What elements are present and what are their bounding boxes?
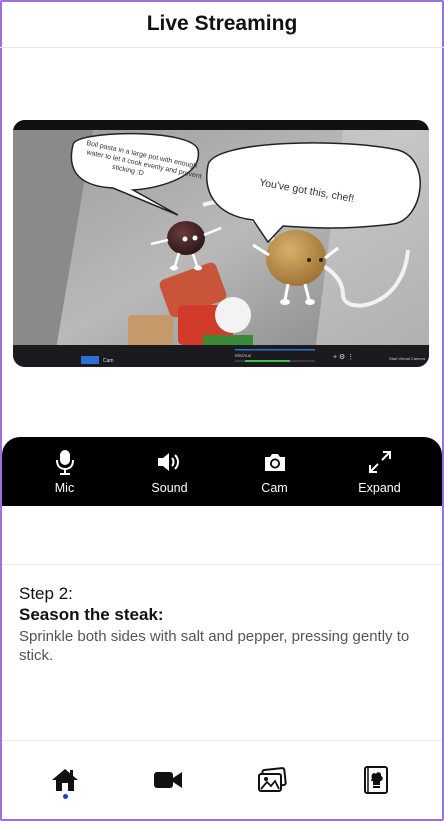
svg-text:+ ⚙ ⋮: + ⚙ ⋮ <box>333 353 354 361</box>
sound-label: Sound <box>151 480 188 495</box>
mic-button[interactable]: Mic <box>20 449 110 495</box>
expand-label: Expand <box>358 480 401 495</box>
nav-divider <box>2 740 442 741</box>
microphone-icon <box>55 449 75 475</box>
video-frame-illustration: Boil pasta in a large pot with enough wa… <box>13 120 429 367</box>
camera-icon <box>263 449 287 475</box>
recipe-step: Step 2: Season the steak: Sprinkle both … <box>19 584 419 665</box>
video-toolbar-right: Start Virtual Camera <box>389 356 426 361</box>
nav-cookbook[interactable] <box>356 760 396 800</box>
speaker-icon <box>157 449 183 475</box>
mic-label: Mic <box>54 480 75 495</box>
bottom-nav <box>2 760 442 806</box>
step-title: Season the steak: <box>19 605 164 624</box>
home-icon <box>52 769 78 791</box>
nav-gallery[interactable] <box>252 760 292 800</box>
step-number: Step 2: <box>19 584 73 603</box>
cookbook-icon <box>364 766 388 794</box>
live-video-feed[interactable]: Boil pasta in a large pot with enough wa… <box>13 120 429 367</box>
nav-video[interactable] <box>148 760 188 800</box>
header: Live Streaming <box>0 0 444 48</box>
sound-button[interactable]: Sound <box>125 449 215 495</box>
section-divider <box>2 564 442 565</box>
cam-button[interactable]: Cam <box>230 449 320 495</box>
active-nav-indicator <box>63 794 68 799</box>
expand-button[interactable]: Expand <box>335 449 425 495</box>
video-camera-icon <box>154 772 182 788</box>
stream-controls-bar: Mic Sound Cam Expand <box>2 437 442 506</box>
video-toolbar-left: Cam <box>103 358 114 364</box>
page-title: Live Streaming <box>146 11 298 35</box>
gallery-icon <box>258 767 287 792</box>
cam-label: Cam <box>261 480 288 495</box>
video-toolbar-mid: Mic/Aux <box>235 353 252 358</box>
step-description: Sprinkle both sides with salt and pepper… <box>19 628 410 664</box>
expand-icon <box>368 449 392 475</box>
